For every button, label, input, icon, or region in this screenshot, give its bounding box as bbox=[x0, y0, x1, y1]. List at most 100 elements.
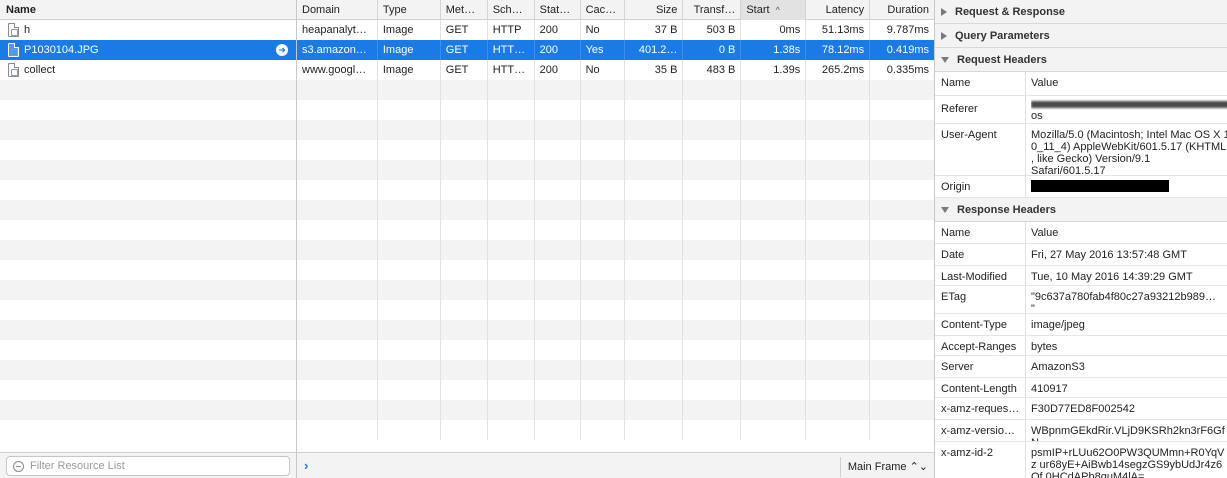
cell-type bbox=[378, 400, 441, 420]
name-column-header[interactable]: Name bbox=[0, 0, 296, 20]
cell-start: 1.39s bbox=[741, 60, 807, 80]
response-header-row[interactable]: Content-Type image/jpeg bbox=[935, 314, 1227, 336]
cell-latency bbox=[806, 320, 871, 340]
header-row-origin[interactable]: Origin bbox=[935, 176, 1227, 198]
section-query-parameters[interactable]: Query Parameters bbox=[935, 24, 1227, 48]
cell-start bbox=[741, 380, 807, 400]
start-header-label: Start bbox=[746, 4, 770, 16]
section-request-response[interactable]: Request & Response bbox=[935, 0, 1227, 24]
section-request-headers[interactable]: Request Headers bbox=[935, 48, 1227, 72]
cell-cached bbox=[581, 360, 625, 380]
cell-transferred bbox=[683, 280, 742, 300]
response-header-row[interactable]: Date Fri, 27 May 2016 13:57:48 GMT bbox=[935, 244, 1227, 266]
cell-type bbox=[378, 340, 441, 360]
cell-status bbox=[535, 200, 581, 220]
cell-cached bbox=[581, 420, 625, 440]
filter-resource-input[interactable]: Filter Resource List bbox=[6, 456, 290, 476]
column-header-type[interactable]: Type bbox=[378, 0, 441, 20]
response-header-row[interactable]: Content-Length 410917 bbox=[935, 378, 1227, 398]
cell-start bbox=[741, 240, 807, 260]
cell-method: GET bbox=[441, 40, 488, 60]
go-to-arrow-icon[interactable]: ➜ bbox=[276, 44, 288, 56]
cell-duration bbox=[870, 200, 934, 220]
cell-latency bbox=[806, 220, 871, 240]
cell-transferred bbox=[683, 360, 742, 380]
column-header-cached[interactable]: Cac… bbox=[581, 0, 625, 20]
column-header-scheme[interactable]: Sch… bbox=[488, 0, 535, 20]
cell-latency: 51.13ms bbox=[806, 20, 871, 40]
cell-scheme bbox=[488, 420, 535, 440]
table-row[interactable]: s3.amazon… Image GET HTT… 200 Yes 401.2… 0 B 1.3… bbox=[297, 40, 934, 60]
cell-transferred bbox=[683, 380, 742, 400]
column-header-status[interactable]: Stat… bbox=[535, 0, 581, 20]
column-header-latency[interactable]: Latency bbox=[806, 0, 871, 20]
cell-duration bbox=[870, 160, 934, 180]
column-header-method[interactable]: Met… bbox=[441, 0, 488, 20]
cell-method bbox=[441, 360, 488, 380]
cell-type bbox=[378, 300, 441, 320]
cell-start bbox=[741, 260, 807, 280]
cell-latency: 78.12ms bbox=[806, 40, 871, 60]
header-row-referer[interactable]: Referer os bbox=[935, 96, 1227, 124]
response-headers-table: Name Value Date Fri, 27 May 2016 13:57:48… bbox=[935, 222, 1227, 478]
cell-domain bbox=[297, 180, 378, 200]
cell-scheme bbox=[488, 280, 535, 300]
cell-size bbox=[625, 300, 684, 320]
response-header-row[interactable]: x-amz-id-2 psmIP+rLUu62O0PW3QUMmn+R0YqVz … bbox=[935, 442, 1227, 478]
column-header-duration[interactable]: Duration bbox=[870, 0, 934, 20]
cell-size bbox=[625, 240, 684, 260]
cell-method bbox=[441, 220, 488, 240]
cell-method bbox=[441, 280, 488, 300]
column-header-domain[interactable]: Domain bbox=[297, 0, 378, 20]
table-row[interactable]: heapanalyt… Image GET HTTP 200 No 37 B 503 B 0ms… bbox=[297, 20, 934, 40]
cell-type bbox=[378, 200, 441, 220]
frame-selector[interactable]: Main Frame ⌃⌄ bbox=[839, 457, 928, 477]
response-header-row[interactable]: x-amz-versio… WBpnmGEkdRir.VLjD9KSRh2kn3r… bbox=[935, 420, 1227, 442]
cell-scheme bbox=[488, 200, 535, 220]
cell-transferred: 503 B bbox=[683, 20, 742, 40]
table-row[interactable]: www.googl… Image GET HTT… 200 No 35 B 483 B 1.39… bbox=[297, 60, 934, 80]
cell-size bbox=[625, 340, 684, 360]
column-header-start-time[interactable]: Start ^ bbox=[741, 0, 807, 20]
cell-size bbox=[625, 80, 684, 100]
kv-header-row: Name Value bbox=[935, 222, 1227, 244]
cell-latency bbox=[806, 140, 871, 160]
column-header-transferred[interactable]: Transf… bbox=[683, 0, 742, 20]
header-value: AmazonS3 bbox=[1031, 361, 1085, 373]
header-value: image/jpeg bbox=[1031, 319, 1085, 331]
cell-type bbox=[378, 240, 441, 260]
kv-value-header: Value bbox=[1031, 77, 1059, 89]
cell-status bbox=[535, 100, 581, 120]
response-header-row[interactable]: Server AmazonS3 bbox=[935, 356, 1227, 378]
cell-latency bbox=[806, 380, 871, 400]
header-key: Content-Length bbox=[935, 378, 1026, 397]
column-header-size[interactable]: Size bbox=[625, 0, 684, 20]
header-value: bytes bbox=[1031, 341, 1058, 353]
section-response-headers[interactable]: Response Headers bbox=[935, 198, 1227, 222]
response-header-row[interactable]: ETag "9c637a780fab4f80c27a93212b989… " bbox=[935, 286, 1227, 314]
header-row-user-agent[interactable]: User-Agent Mozilla/5.0 (Macintosh; Intel… bbox=[935, 124, 1227, 176]
cell-latency bbox=[806, 400, 871, 420]
response-header-row[interactable]: Accept-Ranges bytes bbox=[935, 336, 1227, 356]
chevron-right-icon[interactable]: › bbox=[304, 458, 308, 473]
cell-duration bbox=[870, 340, 934, 360]
empty-row bbox=[297, 320, 934, 340]
cell-cached: No bbox=[581, 20, 625, 40]
cell-cached bbox=[581, 280, 625, 300]
cell-cached bbox=[581, 180, 625, 200]
cell-latency bbox=[806, 260, 871, 280]
cell-size bbox=[625, 220, 684, 240]
cell-scheme bbox=[488, 400, 535, 420]
resource-row[interactable]: h bbox=[0, 20, 296, 40]
cell-cached bbox=[581, 200, 625, 220]
empty-row bbox=[297, 280, 934, 300]
cell-type bbox=[378, 140, 441, 160]
response-header-row[interactable]: x-amz-reques… F30D77ED8F002542 bbox=[935, 398, 1227, 420]
cell-cached bbox=[581, 260, 625, 280]
cell-status bbox=[535, 160, 581, 180]
cell-start bbox=[741, 280, 807, 300]
response-header-row[interactable]: Last-Modified Tue, 10 May 2016 14:39:29 G… bbox=[935, 266, 1227, 286]
resource-row[interactable]: collect bbox=[0, 60, 296, 80]
header-value bbox=[1026, 176, 1227, 197]
resource-row[interactable]: P1030104.JPG ➜ bbox=[0, 40, 296, 60]
